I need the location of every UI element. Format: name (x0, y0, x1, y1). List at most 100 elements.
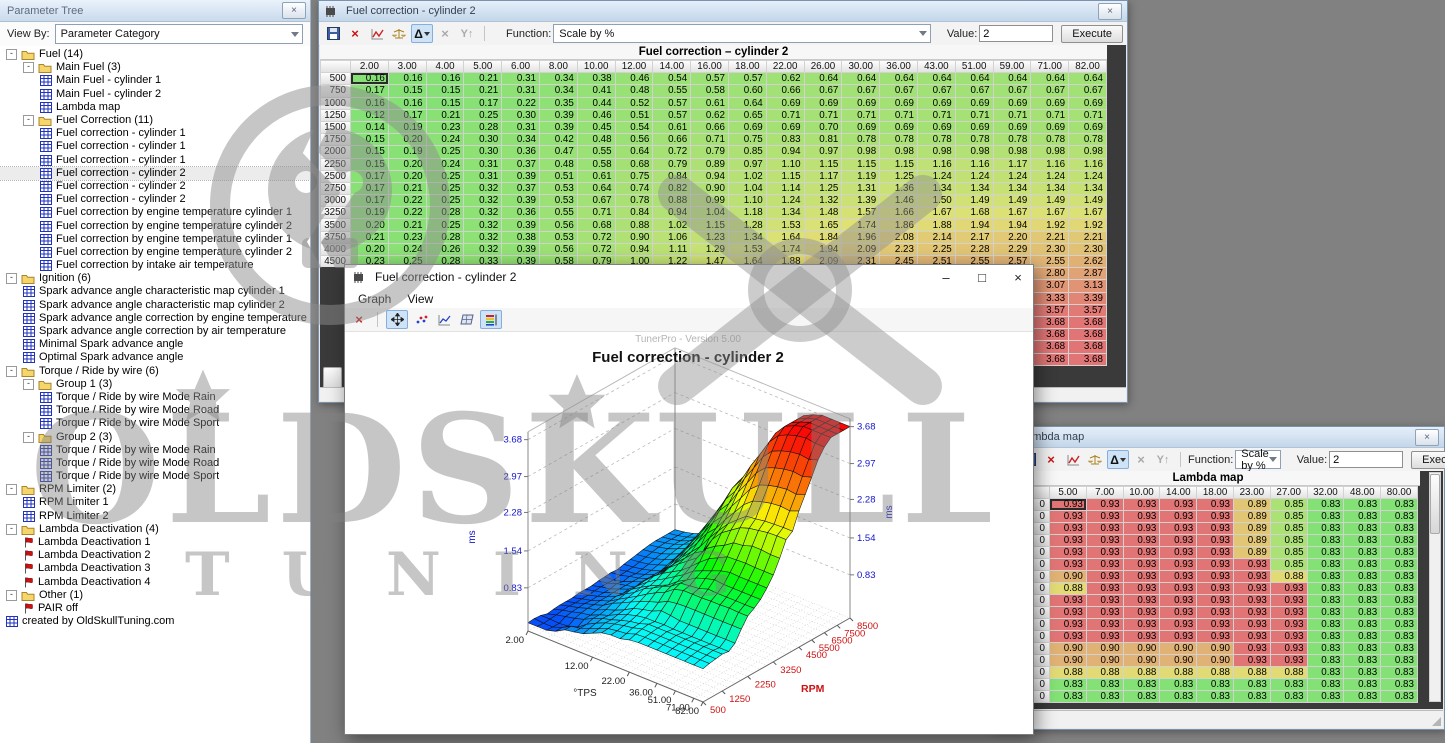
table-cell[interactable]: 3.68 (1031, 354, 1068, 365)
table-cell[interactable]: 0.93 (1160, 595, 1196, 606)
close-button[interactable]: × (1098, 3, 1122, 20)
table-cell[interactable]: 0.14 (351, 122, 388, 133)
table-cell[interactable]: 0.93 (1160, 607, 1196, 618)
table-cell[interactable]: 1.92 (1031, 219, 1068, 230)
table-cell[interactable]: 0.83 (1344, 571, 1380, 582)
table-cell[interactable]: 0.32 (464, 219, 501, 230)
table-cell[interactable]: 1.67 (994, 207, 1031, 218)
tree-item[interactable]: -RPM Limiter (2) (0, 483, 310, 496)
table-cell[interactable]: 0.93 (1234, 631, 1270, 642)
table-cell[interactable]: 0.83 (1344, 655, 1380, 666)
table-cell[interactable]: 0.64 (1069, 73, 1106, 84)
table-cell[interactable]: 3.33 (1031, 293, 1068, 304)
delete-icon[interactable]: × (345, 25, 365, 42)
table-cell[interactable]: 0.93 (1271, 607, 1307, 618)
table-cell[interactable]: 0.83 (1308, 535, 1344, 546)
col-header[interactable]: 3.00 (389, 61, 426, 72)
table-cell[interactable]: 3.07 (1031, 280, 1068, 291)
col-header[interactable]: 6.00 (502, 61, 539, 72)
line-chart-icon[interactable] (434, 311, 454, 328)
table-cell[interactable]: 0.54 (653, 73, 690, 84)
table-cell[interactable]: 0.83 (1344, 667, 1380, 678)
table-cell[interactable]: 1.29 (691, 244, 728, 255)
table-cell[interactable]: 0.25 (427, 195, 464, 206)
table-cell[interactable]: 0.83 (1344, 691, 1380, 702)
table-cell[interactable]: 1.31 (842, 183, 879, 194)
table-cell[interactable]: 0.93 (1271, 583, 1307, 594)
table-cell[interactable]: 0.93 (1124, 595, 1160, 606)
table-cell[interactable]: 2.28 (956, 244, 993, 255)
table-cell[interactable]: 1.10 (767, 159, 804, 170)
table-cell[interactable]: 1.15 (842, 159, 879, 170)
table-cell[interactable]: 0.30 (502, 110, 539, 121)
tree-item[interactable]: Spark advance angle characteristic map c… (0, 299, 310, 312)
tree-item[interactable]: Torque / Ride by wire Mode Road (0, 457, 310, 470)
expander-icon[interactable]: - (23, 115, 34, 126)
table-cell[interactable]: 0.62 (767, 73, 804, 84)
row-header[interactable]: 2750 (321, 183, 350, 194)
table-cell[interactable]: 2.25 (918, 244, 955, 255)
tree-item[interactable]: -Lambda Deactivation (4) (0, 523, 310, 536)
tree-item[interactable]: Fuel correction - cylinder 1 (0, 140, 310, 153)
table-cell[interactable]: 0.83 (1344, 523, 1380, 534)
col-header[interactable]: 7.00 (1087, 487, 1123, 498)
table-cell[interactable]: 0.46 (578, 110, 615, 121)
table-cell[interactable]: 0.83 (1234, 691, 1270, 702)
table-cell[interactable]: 2.21 (1069, 232, 1106, 243)
tree-item[interactable]: Spark advance angle characteristic map c… (0, 285, 310, 298)
table-cell[interactable]: 1.94 (956, 219, 993, 230)
table-cell[interactable]: 0.69 (880, 98, 917, 109)
table-cell[interactable]: 1.74 (842, 219, 879, 230)
table-cell[interactable]: 0.69 (1031, 98, 1068, 109)
table-cell[interactable]: 0.83 (1381, 631, 1417, 642)
table-cell[interactable]: 0.83 (1050, 679, 1086, 690)
col-header[interactable]: 10.00 (1124, 487, 1160, 498)
table-cell[interactable]: 0.83 (1381, 619, 1417, 630)
table-cell[interactable]: 0.39 (540, 122, 577, 133)
table-cell[interactable]: 1.34 (729, 232, 766, 243)
table-cell[interactable]: 0.89 (1234, 511, 1270, 522)
table-cell[interactable]: 0.83 (1344, 631, 1380, 642)
table-cell[interactable]: 0.16 (351, 98, 388, 109)
table-cell[interactable]: 0.22 (389, 207, 426, 218)
table-cell[interactable]: 0.93 (1160, 499, 1196, 510)
table-cell[interactable]: 1.57 (842, 207, 879, 218)
col-header[interactable]: 2.00 (351, 61, 388, 72)
table-cell[interactable]: 0.32 (464, 207, 501, 218)
tree-item[interactable]: Fuel correction by engine temperature cy… (0, 246, 310, 259)
table-cell[interactable]: 0.41 (578, 85, 615, 96)
table-cell[interactable]: 0.93 (1087, 583, 1123, 594)
table-cell[interactable]: 0.83 (1308, 511, 1344, 522)
table-cell[interactable]: 1.34 (1069, 183, 1106, 194)
table-cell[interactable]: 3.68 (1069, 317, 1106, 328)
expander-icon[interactable]: - (23, 379, 34, 390)
table-cell[interactable]: 0.83 (1308, 643, 1344, 654)
table-cell[interactable]: 0.88 (653, 195, 690, 206)
table-cell[interactable]: 0.69 (956, 98, 993, 109)
table-cell[interactable]: 0.79 (653, 159, 690, 170)
table-cell[interactable]: 0.54 (616, 122, 653, 133)
table-cell[interactable]: 0.83 (1381, 595, 1417, 606)
col-header[interactable]: 4.00 (427, 61, 464, 72)
table-cell[interactable]: 0.93 (1160, 619, 1196, 630)
table-cell[interactable]: 1.24 (994, 171, 1031, 182)
table-cell[interactable]: 1.86 (880, 219, 917, 230)
table-cell[interactable]: 0.78 (1031, 134, 1068, 145)
table-cell[interactable]: 0.93 (1124, 607, 1160, 618)
table-cell[interactable]: 0.93 (1234, 607, 1270, 618)
table-cell[interactable]: 0.89 (1234, 523, 1270, 534)
table-cell[interactable]: 1.39 (842, 195, 879, 206)
table-cell[interactable]: 0.55 (578, 146, 615, 157)
table-cell[interactable]: 0.99 (691, 195, 728, 206)
table-cell[interactable]: 0.78 (994, 134, 1031, 145)
table-cell[interactable]: 0.93 (1124, 523, 1160, 534)
table-cell[interactable]: 0.20 (389, 171, 426, 182)
table-cell[interactable]: 0.93 (1124, 511, 1160, 522)
table-cell[interactable]: 0.83 (1160, 679, 1196, 690)
table-cell[interactable]: 0.71 (994, 110, 1031, 121)
tree-item[interactable]: Fuel correction - cylinder 2 (0, 193, 310, 206)
table-cell[interactable]: 0.94 (767, 146, 804, 157)
table-cell[interactable]: 0.67 (578, 195, 615, 206)
table-cell[interactable]: 0.83 (1381, 523, 1417, 534)
table-cell[interactable]: 0.74 (616, 183, 653, 194)
